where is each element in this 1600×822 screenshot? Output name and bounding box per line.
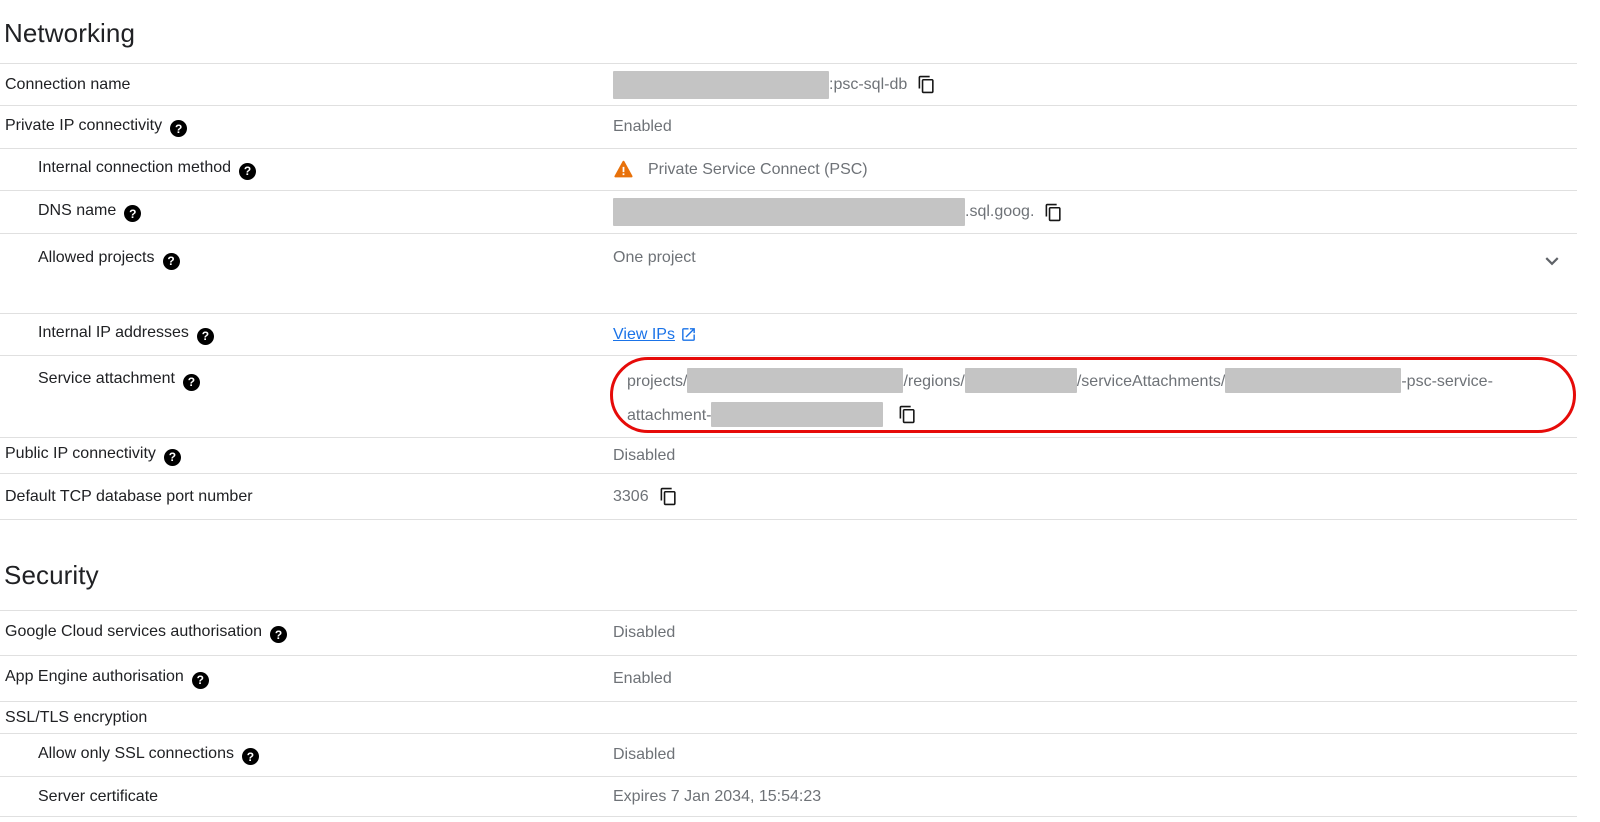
row-allow-only-ssl: Allow only SSL connections? Disabled	[0, 733, 1577, 776]
ssl-only-value: Disabled	[613, 746, 675, 764]
allowed-projects-label: Allowed projects?	[0, 249, 613, 270]
row-gcs-authorisation: Google Cloud services authorisation? Dis…	[0, 610, 1577, 655]
internal-ips-value: View IPs	[613, 326, 697, 344]
copy-icon[interactable]	[898, 405, 917, 424]
security-table: Google Cloud services authorisation? Dis…	[0, 610, 1577, 817]
view-ips-link[interactable]: View IPs	[613, 326, 697, 344]
internal-method-label-text: Internal connection method	[38, 159, 231, 176]
private-ip-value: Enabled	[613, 118, 672, 136]
sa-seg-regions: /regions/	[903, 373, 964, 390]
server-cert-value: Expires 7 Jan 2034, 15:54:23	[613, 788, 821, 806]
instance-details-page: Networking Connection name :psc-sql-db P…	[0, 0, 1600, 822]
help-icon[interactable]: ?	[183, 374, 200, 391]
dns-name-label: DNS name?	[0, 202, 613, 223]
dns-suffix: .sql.goog.	[965, 203, 1034, 221]
private-ip-label-text: Private IP connectivity	[5, 117, 162, 134]
sa-line2-prefix: attachment-	[627, 407, 711, 424]
help-icon[interactable]: ?	[163, 253, 180, 270]
sa-seg-attachments: /serviceAttachments/	[1077, 373, 1226, 390]
app-engine-auth-label: App Engine authorisation?	[0, 668, 613, 689]
redacted-project-id	[687, 368, 903, 393]
gcs-auth-label: Google Cloud services authorisation?	[0, 623, 613, 644]
internal-method-text: Private Service Connect (PSC)	[648, 161, 868, 179]
gcs-auth-value: Disabled	[613, 624, 675, 642]
allowed-projects-label-text: Allowed projects	[38, 249, 155, 266]
row-server-certificate: Server certificate Expires 7 Jan 2034, 1…	[0, 776, 1577, 817]
public-ip-value: Disabled	[613, 447, 675, 465]
default-port-value: 3306	[613, 487, 678, 506]
help-icon[interactable]: ?	[124, 205, 141, 222]
redacted-dns-name	[613, 198, 965, 226]
row-service-attachment: Service attachment? projects/ /regions/ /s…	[0, 355, 1577, 437]
server-cert-label: Server certificate	[0, 788, 613, 806]
help-icon[interactable]: ?	[170, 120, 187, 137]
row-allowed-projects: Allowed projects? One project	[0, 233, 1577, 313]
row-private-ip: Private IP connectivity? Enabled	[0, 105, 1577, 148]
view-ips-link-text: View IPs	[613, 326, 675, 344]
service-attachment-label-text: Service attachment	[38, 370, 175, 387]
service-attachment-label: Service attachment?	[0, 356, 613, 391]
chevron-down-icon[interactable]	[1539, 248, 1565, 279]
row-internal-connection-method: Internal connection method? Private Serv…	[0, 148, 1577, 190]
redacted-project-id	[613, 71, 829, 99]
gcs-auth-label-text: Google Cloud services authorisation	[5, 623, 262, 640]
connection-name-value: :psc-sql-db	[613, 71, 936, 99]
security-section: Security Google Cloud services authorisa…	[0, 520, 1577, 817]
port-number: 3306	[613, 488, 649, 506]
row-ssl-tls: SSL/TLS encryption	[0, 701, 1577, 733]
row-app-engine-authorisation: App Engine authorisation? Enabled	[0, 655, 1577, 701]
public-ip-label-text: Public IP connectivity	[5, 445, 156, 462]
help-icon[interactable]: ?	[164, 449, 181, 466]
ssl-only-label-text: Allow only SSL connections	[38, 745, 234, 762]
networking-heading: Networking	[0, 0, 1577, 63]
dns-name-label-text: DNS name	[38, 202, 116, 219]
external-link-icon	[680, 326, 697, 343]
copy-icon[interactable]	[917, 75, 936, 94]
redacted-attachment-id	[1225, 368, 1401, 393]
dns-name-value: .sql.goog.	[613, 198, 1063, 226]
help-icon[interactable]: ?	[197, 328, 214, 345]
ssl-only-label: Allow only SSL connections?	[0, 745, 613, 766]
help-icon[interactable]: ?	[270, 626, 287, 643]
internal-method-value: Private Service Connect (PSC)	[613, 159, 868, 180]
allowed-projects-value: One project	[613, 249, 696, 267]
public-ip-label: Public IP connectivity?	[0, 445, 613, 466]
help-icon[interactable]: ?	[242, 748, 259, 765]
internal-method-label: Internal connection method?	[0, 159, 613, 180]
help-icon[interactable]: ?	[239, 163, 256, 180]
security-heading: Security	[0, 520, 1577, 610]
networking-section: Networking Connection name :psc-sql-db P…	[0, 0, 1577, 520]
connection-name-label: Connection name	[0, 76, 613, 94]
row-public-ip: Public IP connectivity? Disabled	[0, 437, 1577, 473]
networking-table: Connection name :psc-sql-db Private IP c…	[0, 63, 1577, 520]
redacted-region	[965, 368, 1077, 393]
help-icon[interactable]: ?	[192, 672, 209, 689]
copy-icon[interactable]	[659, 487, 678, 506]
private-ip-label: Private IP connectivity?	[0, 117, 613, 138]
row-connection-name: Connection name :psc-sql-db	[0, 63, 1577, 105]
internal-ips-label: Internal IP addresses?	[0, 324, 613, 345]
app-engine-auth-value: Enabled	[613, 670, 672, 688]
sa-seg-suffix: -psc-service-	[1401, 373, 1493, 390]
warning-icon	[613, 159, 634, 180]
sa-seg-projects: projects/	[627, 373, 687, 390]
row-dns-name: DNS name? .sql.goog.	[0, 190, 1577, 233]
internal-ips-label-text: Internal IP addresses	[38, 324, 189, 341]
copy-icon[interactable]	[1044, 203, 1063, 222]
row-internal-ip-addresses: Internal IP addresses? View IPs	[0, 313, 1577, 355]
row-default-port: Default TCP database port number 3306	[0, 473, 1577, 520]
connection-name-suffix: :psc-sql-db	[829, 76, 907, 94]
default-port-label: Default TCP database port number	[0, 488, 613, 506]
service-attachment-value: projects/ /regions/ /serviceAttachments/ -p…	[613, 356, 1493, 433]
ssl-tls-label: SSL/TLS encryption	[0, 709, 613, 727]
app-engine-auth-label-text: App Engine authorisation	[5, 668, 184, 685]
redacted-attachment-suffix	[711, 402, 883, 427]
